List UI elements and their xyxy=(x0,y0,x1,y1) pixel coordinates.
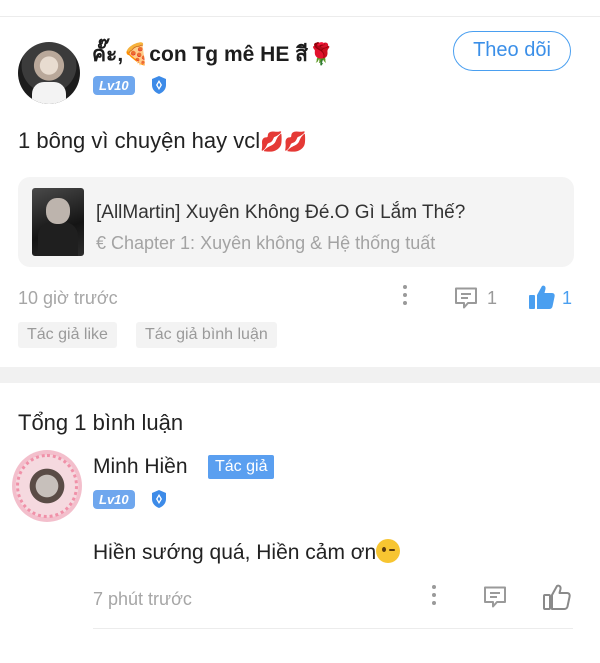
follow-button[interactable]: Theo dõi xyxy=(453,31,571,71)
book-cover xyxy=(32,188,84,256)
chapter-title: € Chapter 1: Xuyên không & Hệ thống tuất xyxy=(96,233,436,253)
tag-author-commented: Tác giả bình luận xyxy=(136,322,277,348)
comment-icon[interactable] xyxy=(482,585,508,609)
bottom-divider xyxy=(93,628,573,629)
book-title: [AllMartin] Xuyên Không Đé.O Gì Lắm Thế? xyxy=(96,202,466,223)
shield-icon xyxy=(152,490,166,508)
thumbs-up-icon[interactable] xyxy=(542,583,572,611)
level-badge: Lv10 xyxy=(93,490,135,509)
author-badge: Tác giả xyxy=(208,455,275,479)
post-time: 10 giờ trước xyxy=(18,288,118,308)
commenter-name[interactable]: Minh Hiền xyxy=(93,455,188,479)
comment-text: Hiền sướng quá, Hiền cảm ơn xyxy=(93,539,401,565)
avatar[interactable] xyxy=(12,450,82,522)
comment-icon[interactable] xyxy=(453,286,479,310)
lips-emoji: 💋💋 xyxy=(260,131,308,153)
more-icon[interactable] xyxy=(402,285,408,309)
comment-time: 7 phút trước xyxy=(93,589,192,609)
comment-text-body: Hiền sướng quá, Hiền cảm ơn xyxy=(93,541,377,564)
avatar[interactable] xyxy=(18,42,80,104)
comment-count: 1 xyxy=(487,288,498,308)
post-content: 1 bông vì chuyện hay vcl💋💋 xyxy=(18,128,307,154)
top-divider xyxy=(0,0,600,17)
shield-icon xyxy=(152,76,166,94)
thumbs-up-icon[interactable] xyxy=(527,283,557,311)
level-badge: Lv10 xyxy=(93,76,135,95)
section-divider xyxy=(0,367,600,383)
wink-emoji xyxy=(376,539,401,563)
comment-total: Tổng 1 bình luận xyxy=(18,410,184,435)
username[interactable]: คั๊ะ,🍕con Tg mê HE สี🌹 xyxy=(92,38,334,71)
like-count: 1 xyxy=(562,288,573,308)
tag-author-liked: Tác giả like xyxy=(18,322,117,348)
post-content-text: 1 bông vì chuyện hay vcl xyxy=(18,128,261,153)
more-icon[interactable] xyxy=(431,585,437,609)
book-card[interactable]: [AllMartin] Xuyên Không Đé.O Gì Lắm Thế?… xyxy=(18,177,574,267)
